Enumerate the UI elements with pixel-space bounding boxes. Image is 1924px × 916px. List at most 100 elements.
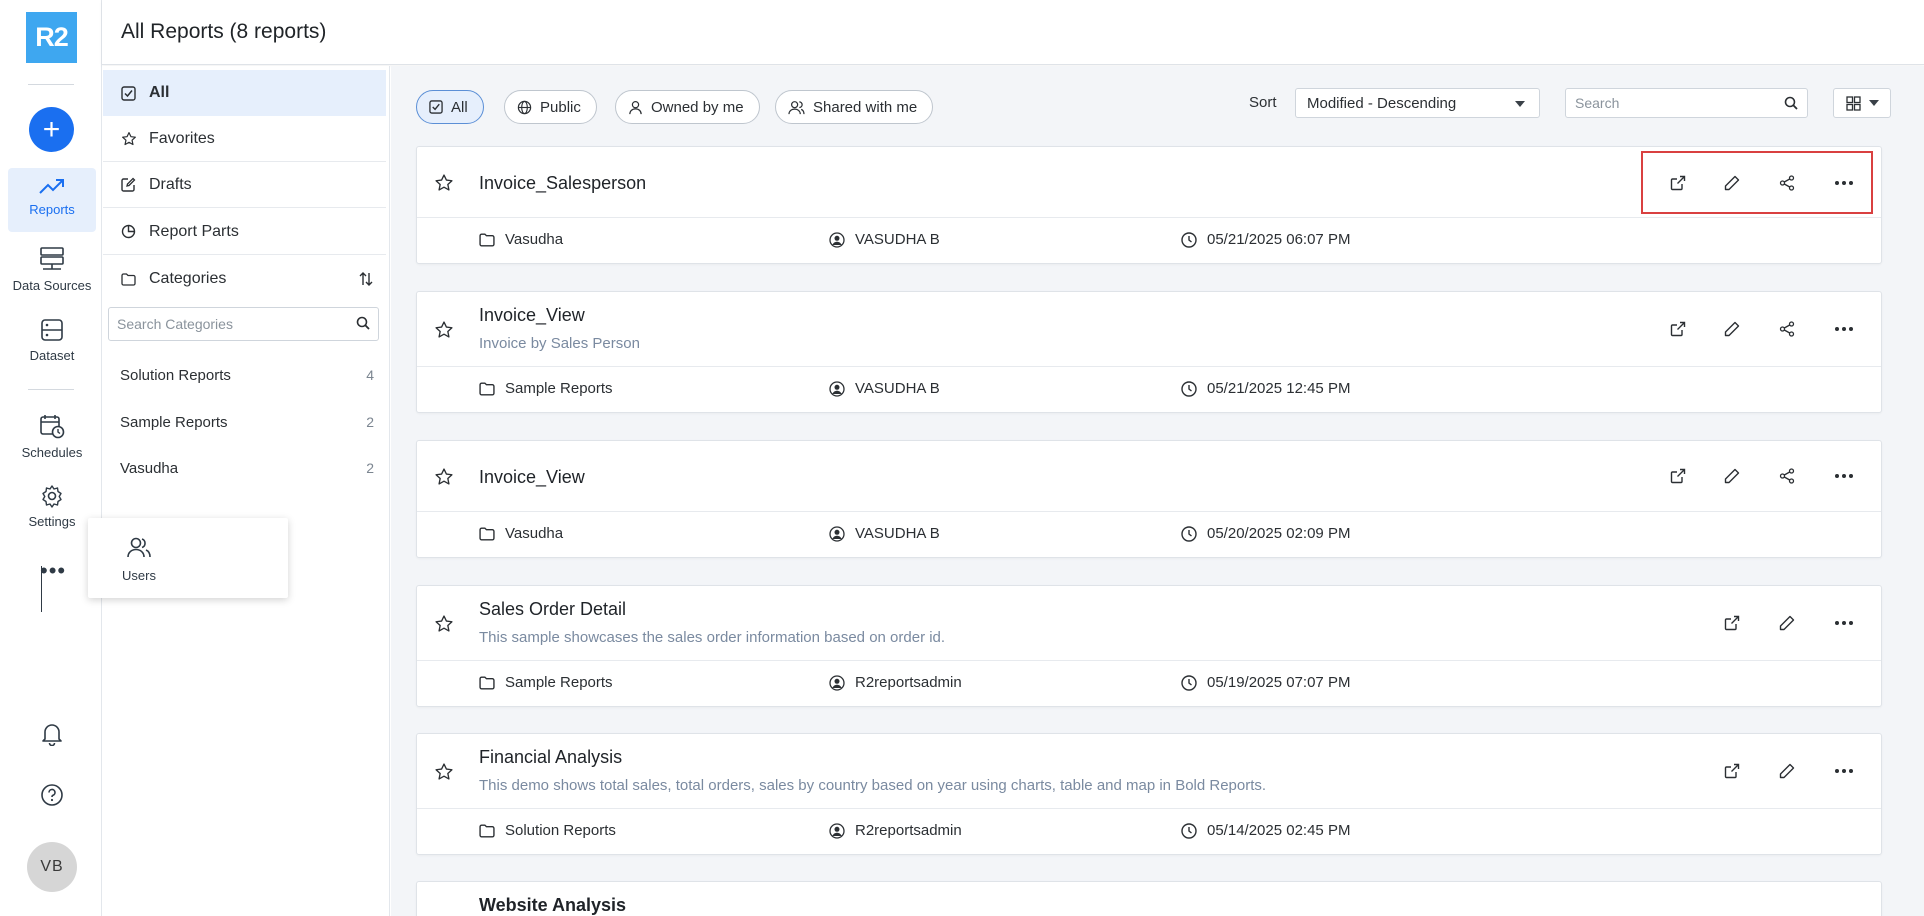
clock-icon — [1181, 380, 1197, 397]
owner-text: VASUDHA B — [855, 525, 940, 542]
clock-icon — [1181, 231, 1197, 248]
filter-chip-shared-with-me[interactable]: Shared with me — [775, 90, 934, 124]
report-category[interactable]: Sample Reports — [479, 674, 613, 691]
report-name[interactable]: Website Analysis — [479, 895, 626, 916]
report-modified: 05/19/2025 07:07 PM — [1181, 674, 1350, 691]
report-category[interactable]: Vasudha — [479, 231, 563, 248]
rail-label-schedules: Schedules — [21, 445, 83, 460]
edit-icon[interactable] — [1775, 759, 1799, 783]
share-icon[interactable] — [1775, 464, 1799, 488]
chip-label: Owned by me — [651, 98, 744, 116]
rail-item-schedules[interactable]: Schedules — [8, 413, 96, 460]
sort-label: Sort — [1249, 94, 1277, 111]
more-menu-button[interactable]: ••• — [40, 560, 66, 582]
report-category[interactable]: Vasudha — [479, 525, 563, 542]
open-external-icon[interactable] — [1666, 464, 1690, 488]
view-mode-button[interactable] — [1833, 88, 1891, 118]
users-icon — [788, 100, 805, 115]
report-modified: 05/21/2025 06:07 PM — [1181, 231, 1350, 248]
sort-toggle-icon[interactable] — [358, 271, 374, 287]
sort-select[interactable]: Modified - Descending — [1295, 88, 1540, 118]
filter-chip-public[interactable]: Public — [504, 90, 597, 124]
report-description: Invoice by Sales Person — [479, 335, 640, 352]
open-external-icon[interactable] — [1666, 317, 1690, 341]
rail-label-settings: Settings — [28, 514, 76, 529]
more-options-icon[interactable] — [1832, 611, 1856, 635]
filter-chip-all[interactable]: All — [416, 90, 484, 124]
rail-item-reports[interactable]: Reports — [8, 168, 96, 232]
gear-icon — [40, 484, 64, 508]
sidebar-label-report-parts: Report Parts — [149, 222, 239, 240]
sidebar-item-drafts[interactable]: Drafts — [103, 162, 386, 208]
notifications-button[interactable] — [8, 722, 96, 746]
report-card[interactable]: Sales Order Detail This sample showcases… — [416, 585, 1882, 707]
favorite-star-icon[interactable] — [434, 173, 454, 193]
chevron-down-icon — [1515, 101, 1525, 107]
user-circle-icon — [829, 822, 845, 839]
category-item-vasudha[interactable]: Vasudha 2 — [120, 460, 374, 477]
modified-text: 05/14/2025 02:45 PM — [1207, 822, 1351, 839]
more-options-icon[interactable] — [1832, 759, 1856, 783]
report-card[interactable]: Invoice_View Vasudha VASUDHA B 05/20/202… — [416, 440, 1882, 558]
dataset-icon — [40, 318, 64, 342]
category-count: 2 — [366, 414, 374, 430]
bell-icon — [41, 722, 63, 746]
rail-item-dataset[interactable]: Dataset — [8, 318, 96, 363]
category-search-input[interactable]: Search Categories — [108, 307, 379, 341]
report-card[interactable]: Invoice_View Invoice by Sales Person Sam… — [416, 291, 1882, 413]
sidebar-item-all[interactable]: All — [103, 70, 386, 116]
report-card[interactable]: Invoice_Salesperson Vasudha VASUDHA B 05… — [416, 146, 1882, 264]
edit-icon[interactable] — [1720, 317, 1744, 341]
category-name: Solution Reports — [120, 367, 231, 384]
share-icon[interactable] — [1775, 317, 1799, 341]
category-count: 4 — [366, 367, 374, 383]
favorite-star-icon[interactable] — [434, 467, 454, 487]
clock-icon — [1181, 525, 1197, 542]
open-external-icon[interactable] — [1720, 611, 1744, 635]
open-external-icon[interactable] — [1720, 759, 1744, 783]
edit-icon[interactable] — [1720, 464, 1744, 488]
report-card[interactable]: Website Analysis — [416, 881, 1882, 916]
sidebar-label-all: All — [149, 84, 170, 101]
report-category[interactable]: Solution Reports — [479, 822, 616, 839]
filter-chip-owned-by-me[interactable]: Owned by me — [615, 90, 760, 124]
report-name[interactable]: Invoice_Salesperson — [479, 173, 646, 194]
check-square-icon — [121, 85, 139, 101]
sidebar-item-categories[interactable]: Categories — [103, 256, 386, 302]
check-square-icon — [429, 100, 443, 114]
favorite-star-icon[interactable] — [434, 762, 454, 782]
report-owner: VASUDHA B — [829, 231, 940, 248]
rail-divider — [28, 389, 74, 390]
help-button[interactable] — [8, 783, 96, 807]
search-icon — [1784, 96, 1798, 110]
favorite-star-icon[interactable] — [434, 614, 454, 634]
category-search-placeholder: Search Categories — [117, 316, 233, 332]
rail-item-settings[interactable]: Settings — [8, 484, 96, 529]
report-name[interactable]: Invoice_View — [479, 305, 585, 326]
sidebar-item-report-parts[interactable]: Report Parts — [103, 209, 386, 255]
report-card[interactable]: Financial Analysis This demo shows total… — [416, 733, 1882, 855]
app-logo[interactable]: R2 — [26, 12, 77, 63]
popup-item-users[interactable]: Users — [122, 536, 156, 583]
category-item-solution-reports[interactable]: Solution Reports 4 — [120, 367, 374, 384]
more-options-icon[interactable] — [1832, 317, 1856, 341]
report-name[interactable]: Financial Analysis — [479, 747, 622, 768]
user-avatar[interactable]: VB — [27, 842, 77, 892]
report-name[interactable]: Invoice_View — [479, 467, 585, 488]
report-category[interactable]: Sample Reports — [479, 380, 613, 397]
more-options-icon[interactable] — [1832, 464, 1856, 488]
folder-icon — [479, 232, 495, 247]
rail-item-data-sources[interactable]: Data Sources — [8, 246, 96, 293]
edit-icon[interactable] — [1775, 611, 1799, 635]
favorite-star-icon[interactable] — [434, 320, 454, 340]
create-new-button[interactable]: + — [29, 107, 74, 152]
category-name: Vasudha — [120, 460, 179, 477]
rail-label-reports: Reports — [29, 202, 75, 217]
grid-view-icon — [1845, 95, 1861, 111]
category-item-sample-reports[interactable]: Sample Reports 2 — [120, 414, 374, 431]
sidebar-item-favorites[interactable]: Favorites — [103, 116, 386, 162]
report-search-input[interactable]: Search — [1565, 88, 1808, 118]
actions-highlight-box — [1641, 151, 1873, 214]
owner-text: VASUDHA B — [855, 231, 940, 248]
report-name[interactable]: Sales Order Detail — [479, 599, 626, 620]
